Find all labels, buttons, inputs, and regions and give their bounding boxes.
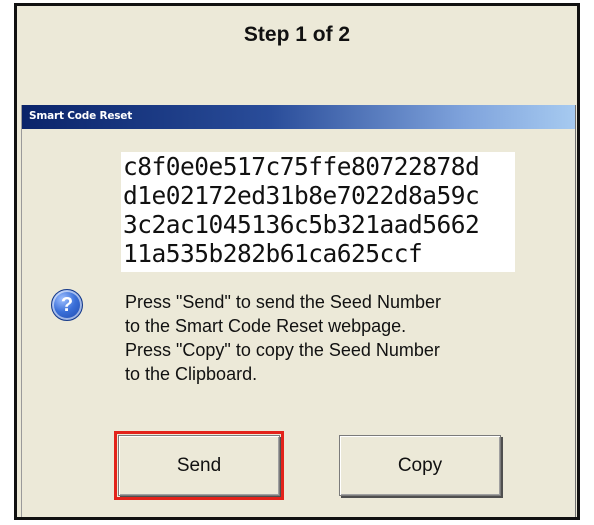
seed-line: c8f0e0e517c75ffe80722878d	[123, 152, 480, 181]
seed-line: d1e02172ed31b8e7022d8a59c	[123, 181, 480, 210]
seed-line: 3c2ac1045136c5b321aad5662	[123, 210, 480, 239]
copy-button[interactable]: Copy	[339, 435, 501, 496]
message-line: Press "Copy" to copy the Seed Number	[125, 340, 440, 360]
question-icon: ?	[51, 289, 83, 321]
seed-number-display: c8f0e0e517c75ffe80722878d d1e02172ed31b8…	[121, 152, 515, 272]
smart-code-reset-dialog: Smart Code Reset c8f0e0e517c75ffe8072287…	[21, 105, 576, 517]
message-line: to the Clipboard.	[125, 364, 258, 384]
step-indicator: Step 1 of 2	[243, 23, 351, 46]
message-line: to the Smart Code Reset webpage.	[125, 316, 407, 336]
dialog-titlebar: Smart Code Reset	[22, 105, 575, 129]
dialog-title: Smart Code Reset	[29, 110, 133, 122]
seed-line: 11a535b282b61ca625ccf	[123, 239, 423, 268]
message-line: Press "Send" to send the Seed Number	[125, 292, 441, 312]
instruction-message: Press "Send" to send the Seed Number to …	[125, 290, 545, 386]
send-button[interactable]: Send	[114, 431, 284, 500]
screenshot-frame: Step 1 of 2 Smart Code Reset c8f0e0e517c…	[14, 3, 580, 520]
